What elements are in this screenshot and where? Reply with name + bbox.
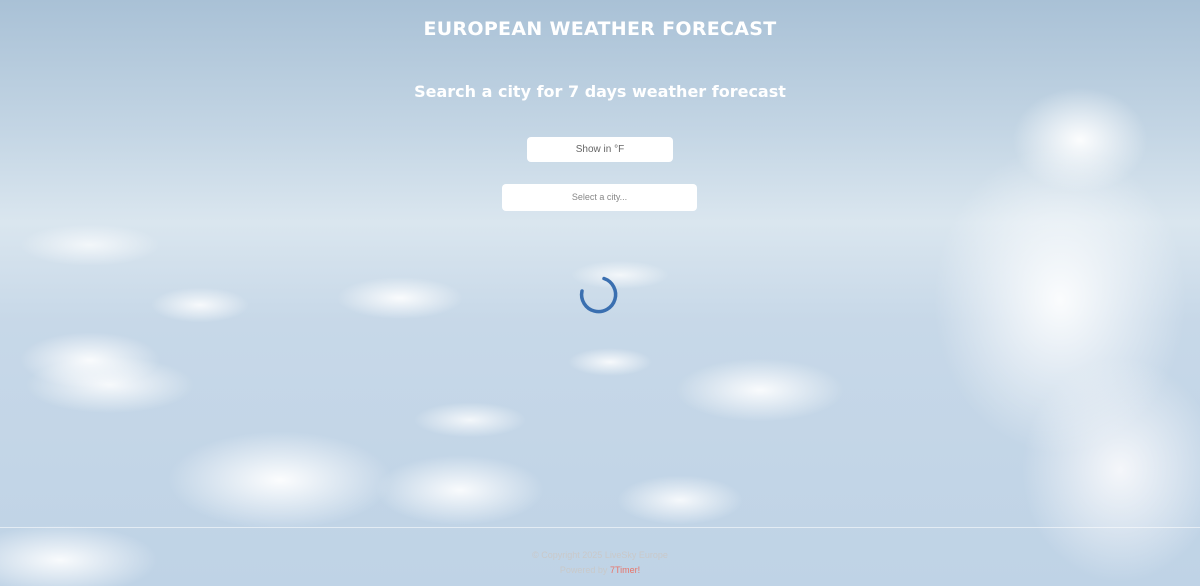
page-title: EUROPEAN WEATHER FORECAST — [423, 18, 777, 40]
powered-by-label: Powered by — [559, 565, 608, 575]
page-subtitle: Search a city for 7 days weather forecas… — [414, 82, 786, 101]
city-select-placeholder: Select a city... — [571, 192, 628, 202]
powered-by-link[interactable]: 7Timer! — [610, 565, 640, 575]
loading-spinner-icon — [579, 276, 618, 314]
unit-toggle-button[interactable]: Show in °F — [527, 137, 673, 162]
footer-divider — [0, 527, 1200, 528]
spinner-arc — [579, 276, 618, 314]
footer-copyright: © Copyright 2025 LiveSky Europe — [532, 550, 668, 560]
footer-powered-by: Powered by 7Timer! — [0, 565, 1200, 575]
city-select[interactable]: Select a city... — [502, 184, 697, 211]
